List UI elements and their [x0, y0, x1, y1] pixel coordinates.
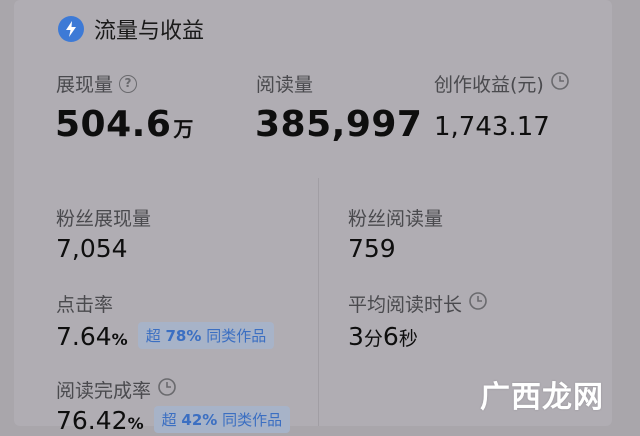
ctr-compare-prefix: 超	[146, 327, 161, 345]
completion-label: 阅读完成率	[56, 380, 151, 402]
help-icon[interactable]: ?	[119, 75, 137, 93]
impressions-label: 展现量	[56, 74, 113, 96]
completion-unit: %	[128, 414, 144, 433]
impressions-value: 504.6	[55, 104, 171, 145]
impressions-label-row: 展现量?	[56, 70, 137, 97]
fan-reads-label: 粉丝阅读量	[348, 204, 443, 231]
earnings-label-row: 创作收益(元)	[434, 70, 570, 98]
watermark: 广西龙网	[480, 372, 604, 416]
ctr-value-row: 7.64% 超 78% 同类作品	[56, 322, 274, 352]
fan-impressions-value: 7,054	[56, 234, 128, 263]
reads-value: 385,997	[255, 104, 422, 145]
clock-icon[interactable]	[157, 377, 177, 402]
completion-compare-chip: 超 42% 同类作品	[154, 406, 291, 433]
ctr-label: 点击率	[56, 290, 113, 317]
avg-read-time-minutes: 3	[348, 322, 364, 351]
impressions-unit: 万	[173, 117, 194, 141]
ctr-compare-value: 78%	[166, 327, 202, 345]
minutes-unit: 分	[364, 328, 383, 350]
ctr-value: 7.64	[56, 322, 112, 351]
completion-value: 76.42	[56, 406, 128, 435]
clock-icon[interactable]	[550, 71, 570, 96]
fan-reads-value: 759	[348, 234, 396, 263]
reads-label: 阅读量	[256, 70, 313, 97]
completion-value-row: 76.42% 超 42% 同类作品	[56, 406, 290, 436]
avg-read-time-value-row: 3分6秒	[348, 322, 418, 351]
lightning-icon	[58, 16, 84, 42]
ctr-unit: %	[112, 330, 128, 349]
ctr-compare-suffix: 同类作品	[206, 327, 266, 345]
completion-label-row: 阅读完成率	[56, 376, 177, 404]
ctr-compare-chip: 超 78% 同类作品	[138, 322, 275, 349]
earnings-value: 1,743.17	[434, 112, 550, 142]
section-title: 流量与收益	[94, 13, 204, 45]
column-divider	[318, 178, 319, 426]
fan-impressions-label: 粉丝展现量	[56, 204, 151, 231]
earnings-label: 创作收益(元)	[434, 74, 544, 96]
section-header: 流量与收益	[58, 14, 204, 44]
avg-read-time-label-row: 平均阅读时长	[348, 290, 488, 318]
avg-read-time-label: 平均阅读时长	[348, 294, 462, 316]
clock-icon[interactable]	[468, 291, 488, 316]
seconds-unit: 秒	[399, 328, 418, 350]
avg-read-time-seconds: 6	[383, 322, 399, 351]
impressions-value-row: 504.6万	[55, 104, 194, 145]
